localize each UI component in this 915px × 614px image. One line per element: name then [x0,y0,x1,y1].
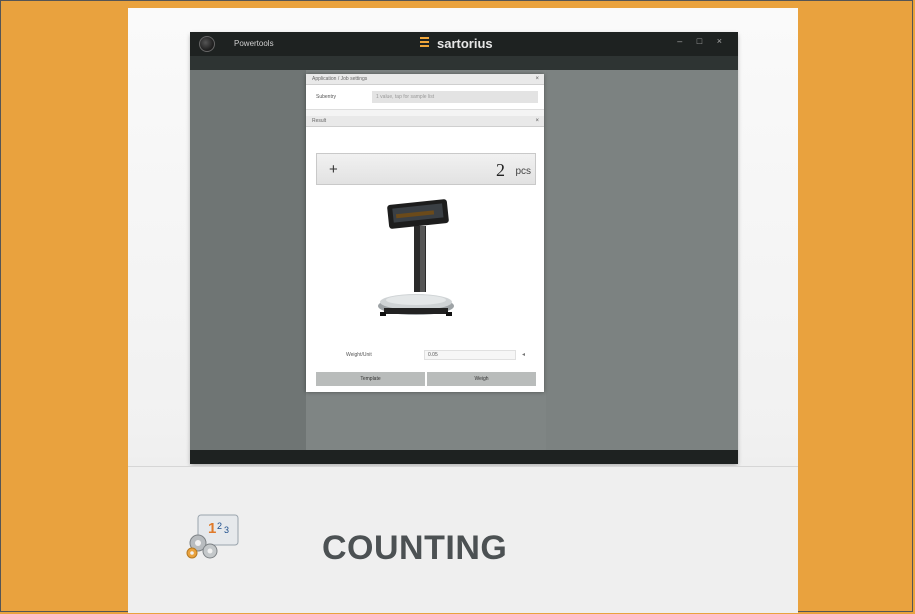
svg-text:2: 2 [217,521,222,531]
subentry-field[interactable]: 1 value, tap for sample list [372,91,538,103]
template-button[interactable]: Template [316,372,425,386]
counting-icon: 1 2 3 [186,514,239,559]
subentry-label: Subentry [316,94,337,100]
app-logo-icon [199,36,215,52]
collapse-icon[interactable]: × [535,116,539,126]
reference-label: Weight/Unit [346,352,372,358]
result-section-header: Result × [306,116,544,127]
spinner-icon[interactable]: ◂ [522,351,525,358]
feature-card: Powertools sartorius – □ × Application /… [128,8,798,613]
status-bar [190,450,738,464]
counting-dialog: Application / Job settings × Subentry 1 v… [306,74,544,392]
left-panel [190,70,306,450]
window-controls[interactable]: – □ × [677,36,728,46]
svg-text:3: 3 [224,525,229,535]
dialog-buttons: Template Weigh [316,372,536,386]
toolbar [190,56,738,70]
feature-title: COUNTING [322,529,508,567]
scale-image [378,199,454,316]
subentry-row: Subentry 1 value, tap for sample list [306,85,544,110]
count-unit: pcs [515,166,531,177]
weigh-button[interactable]: Weigh [427,372,536,386]
reference-row: Weight/Unit 0.05 ◂ [316,350,536,362]
section-title: Result [312,118,327,124]
feature-caption: 1 2 3 COUNTING [128,466,798,613]
reference-input[interactable]: 0.05 [424,350,516,360]
sign-indicator: + [329,161,338,178]
brand-name: sartorius [437,36,493,51]
count-value: 2 [496,160,505,180]
sartorius-logo-icon [420,37,429,49]
right-panel [546,70,738,450]
app-name: Powertools [234,39,274,48]
close-icon[interactable]: × [535,74,539,84]
software-screenshot: Powertools sartorius – □ × Application /… [190,32,738,464]
section-title: Application / Job settings [312,76,368,82]
weight-display: + 2 pcs [316,153,536,185]
title-bar: Powertools sartorius – □ × [190,32,738,56]
dialog-section-header: Application / Job settings × [306,74,544,85]
svg-text:1: 1 [208,520,216,537]
brand-logo: sartorius [420,36,493,51]
